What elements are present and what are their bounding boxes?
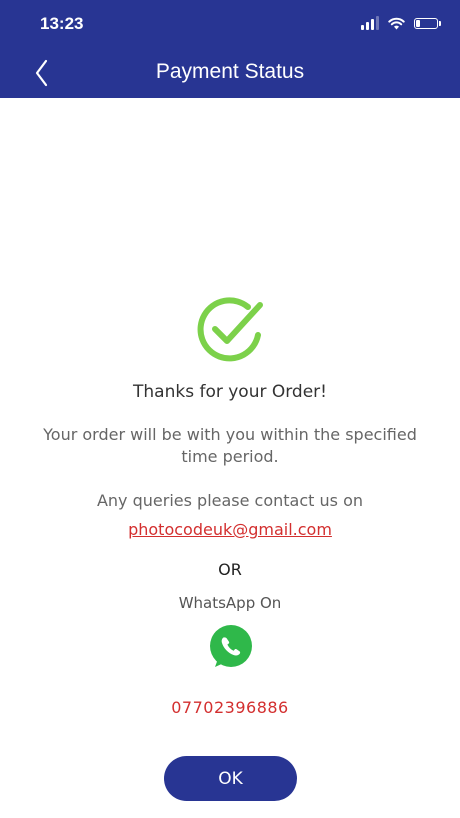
status-icons (361, 16, 441, 30)
wifi-icon (388, 17, 405, 29)
or-label: OR (218, 560, 242, 579)
thanks-heading: Thanks for your Order! (133, 382, 327, 402)
status-time: 13:23 (40, 14, 84, 33)
page-title: Payment Status (155, 60, 305, 83)
whatsapp-icon[interactable] (206, 623, 254, 671)
signal-icon (361, 16, 379, 30)
contact-prompt: Any queries please contact us on (96, 491, 364, 510)
app-header: 13:23 Payment Status (0, 0, 460, 98)
phone-number[interactable]: 07702396886 (0, 698, 460, 717)
battery-icon (414, 17, 441, 29)
email-link[interactable]: photocodeuk@gmail.com (0, 520, 460, 539)
order-description: Your order will be with you within the s… (43, 425, 417, 466)
ok-button[interactable]: OK (164, 756, 297, 801)
whatsapp-label: WhatsApp On (178, 594, 282, 612)
success-check-icon (197, 297, 263, 362)
